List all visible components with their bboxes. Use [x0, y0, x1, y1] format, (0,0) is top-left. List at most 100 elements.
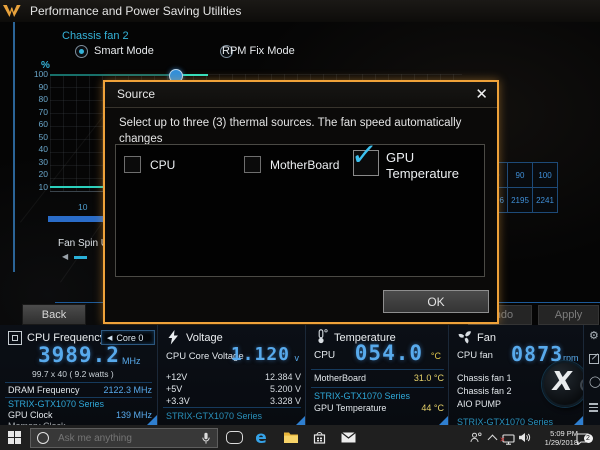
thermometer-icon: [316, 329, 328, 344]
gpu-series-label: STRIX-GTX1070 Series: [166, 411, 262, 421]
fan-spin-slider-handle[interactable]: [74, 256, 87, 259]
chassis-fan2-row: Chassis fan 2: [457, 386, 540, 396]
slider-left-arrow-icon[interactable]: ◀: [62, 252, 68, 261]
circle-icon[interactable]: ◯: [589, 375, 600, 388]
cpu-temp-label: CPU: [314, 350, 335, 361]
close-icon[interactable]: ✕: [475, 85, 488, 103]
gpu-temp-value: 44 °C: [421, 403, 444, 413]
cortana-icon: [37, 432, 49, 444]
chevron-up-icon: [487, 434, 497, 444]
x-axis-range-bar: [48, 216, 105, 222]
mail-button[interactable]: [334, 425, 362, 450]
rpm-cell: 2195: [507, 187, 533, 213]
cpu-checkbox[interactable]: [124, 156, 141, 173]
motherboard-temp-label: MotherBoard: [314, 373, 366, 383]
gpu-temp-label: GPU Temperature: [314, 403, 386, 413]
panel-corner: [147, 415, 157, 425]
source-dialog: Source ✕ Select up to three (3) thermal …: [103, 80, 499, 324]
microphone-icon[interactable]: [202, 432, 210, 445]
gear-icon[interactable]: ⚙: [589, 329, 599, 342]
dram-frequency-row: DRAM Frequency 2122.3 MHz: [8, 385, 152, 395]
y-tick: 30: [39, 158, 48, 167]
y-tick: 60: [39, 120, 48, 129]
chassis-fan2-label: Chassis fan 2: [457, 386, 512, 396]
gpu-clock-label: GPU Clock: [8, 410, 53, 420]
motherboard-temp-row: MotherBoard 31.0 °C: [314, 373, 444, 383]
divider: [163, 407, 301, 408]
screen: Performance and Power Saving Utilities C…: [0, 0, 600, 450]
cpu-frequency-panel: CPU Frequency ◀ Core 0 3989.2 MHz 99.7 x…: [0, 325, 157, 425]
file-explorer-button[interactable]: [278, 425, 304, 450]
network-button[interactable]: ✕: [499, 425, 517, 450]
store-icon: [313, 431, 326, 444]
motherboard-checkbox-label: MotherBoard: [270, 158, 339, 172]
divider: [5, 382, 152, 383]
motherboard-checkbox[interactable]: [244, 156, 261, 173]
y-tick: 100: [34, 70, 48, 79]
edge-button[interactable]: e: [248, 425, 274, 450]
cpu-temp-unit: °C: [431, 351, 441, 361]
rail-row: +12V 12.384 V: [166, 372, 301, 382]
people-button[interactable]: [466, 425, 486, 450]
chassis-fan1-row: Chassis fan 1: [457, 373, 540, 383]
task-view-button[interactable]: [221, 425, 247, 450]
core-prev-arrow-icon[interactable]: ◀: [107, 334, 112, 342]
dialog-title: Source: [117, 82, 155, 107]
tray-expand-button[interactable]: [485, 425, 499, 450]
aio-pump-row: AIO PUMP: [457, 399, 540, 409]
fan-title: Fan: [477, 332, 496, 344]
temperature-panel: Temperature CPU 054.0 °C MotherBoard 31.…: [305, 325, 449, 425]
y-axis-ticks: 100 90 80 70 60 50 40 30 20 10: [20, 70, 48, 191]
rail-row: +5V 5.200 V: [166, 384, 301, 394]
rpm-cell: 2241: [532, 187, 558, 213]
task-view-icon: [226, 431, 243, 444]
cpu-temp-value: 054.0: [355, 341, 423, 365]
file-explorer-icon: [283, 431, 299, 444]
cpu-frequency-unit: MHz: [122, 356, 141, 366]
app-title: Performance and Power Saving Utilities: [30, 0, 241, 22]
gpu-temp-row: GPU Temperature 44 °C: [314, 403, 444, 413]
smart-mode-radio[interactable]: [75, 45, 88, 58]
app-titlebar: Performance and Power Saving Utilities: [0, 0, 600, 22]
dialog-titlebar: Source ✕: [105, 82, 497, 108]
apply-button[interactable]: Apply: [538, 305, 599, 325]
gpu-temperature-checkbox-label: GPU Temperature: [386, 150, 474, 183]
cpu-core-voltage-unit: v: [295, 353, 300, 363]
rail-12v-label: +12V: [166, 372, 187, 382]
fan-blades-icon: X: [550, 367, 574, 397]
edge-icon: e: [255, 428, 267, 448]
mail-icon: [341, 432, 356, 443]
rail-3v-label: +3.3V: [166, 396, 190, 406]
y-tick: 40: [39, 145, 48, 154]
y-tick: 80: [39, 95, 48, 104]
fan-blades-graphic: X: [542, 361, 584, 407]
side-tool-strip: ⚙ ◯: [583, 325, 600, 425]
voltage-title: Voltage: [186, 332, 223, 344]
cpu-checkbox-label: CPU: [150, 158, 175, 172]
back-button[interactable]: Back: [22, 304, 86, 325]
action-center-button[interactable]: 2: [570, 425, 594, 450]
edit-icon[interactable]: [589, 354, 599, 364]
start-button[interactable]: [0, 425, 28, 450]
motherboard-temp-value: 31.0 °C: [414, 373, 444, 383]
store-button[interactable]: [306, 425, 332, 450]
check-icon: ✓: [349, 137, 379, 173]
fan-section-title: Chassis fan 2: [62, 30, 129, 42]
divider: [311, 369, 444, 370]
cpu-chip-icon: [8, 331, 22, 345]
dram-frequency-value: 2122.3 MHz: [103, 385, 152, 395]
voltage-bolt-icon: [168, 330, 179, 345]
divider: [5, 397, 152, 398]
fan-curve-low-segment: [50, 186, 105, 188]
menu-icon[interactable]: [589, 403, 598, 412]
y-tick: 70: [39, 108, 48, 117]
y-tick: 10: [39, 183, 48, 192]
cortana-search-box[interactable]: [30, 428, 218, 448]
search-input[interactable]: [56, 432, 202, 445]
gpu-temperature-checkbox[interactable]: ✓: [353, 150, 379, 176]
ok-button[interactable]: OK: [383, 290, 489, 313]
divider: [311, 387, 444, 388]
dram-frequency-label: DRAM Frequency: [8, 385, 80, 395]
cpu-frequency-value: 3989.2: [38, 343, 120, 367]
smart-mode-label: Smart Mode: [94, 45, 154, 57]
